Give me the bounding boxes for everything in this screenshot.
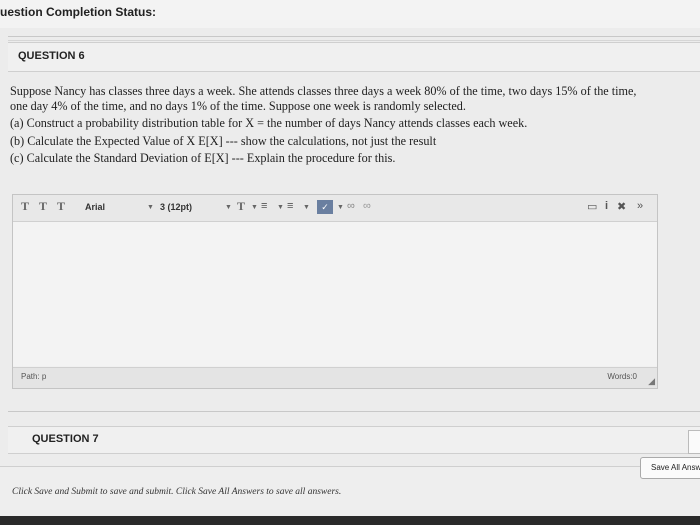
chevron-down-icon[interactable]: ▼ xyxy=(251,204,258,211)
completion-status-bar: uestion Completion Status: xyxy=(0,0,700,28)
unlink-icon[interactable]: ∞ xyxy=(363,200,371,212)
word-count: Words:0 xyxy=(607,372,637,381)
divider xyxy=(8,36,700,37)
question-part-c: (c) Calculate the Standard Deviation of … xyxy=(10,151,396,165)
link-icon[interactable]: ∞ xyxy=(347,200,355,212)
question-6-header: QUESTION 6 xyxy=(8,42,700,72)
footer-bar: Click Save and Submit to save and submit… xyxy=(0,457,700,517)
chevron-down-icon[interactable]: ▼ xyxy=(147,204,154,211)
editor-path: Path: p xyxy=(21,372,47,381)
screen-bottom-edge xyxy=(0,516,700,525)
text-format-button[interactable]: T xyxy=(39,199,47,214)
chevron-down-icon[interactable]: ▼ xyxy=(277,204,284,211)
editor-content-area[interactable] xyxy=(13,222,657,366)
question-part-a: (a) Construct a probability distribution… xyxy=(10,116,528,130)
question-7-label: QUESTION 7 xyxy=(32,433,99,445)
rich-text-editor: T T T Arial ▼ 3 (12pt) ▼ T ▼ ≡ ▼ ≡ ▼ ✓ ▼… xyxy=(12,194,658,389)
footer-instructions: Click Save and Submit to save and submit… xyxy=(12,487,342,497)
fullscreen-icon[interactable]: ✖ xyxy=(617,200,626,213)
question-text-line: one day 4% of the time, and no days 1% o… xyxy=(10,98,466,113)
font-family-select[interactable]: Arial xyxy=(85,202,105,212)
numbered-list-icon[interactable]: ≡ xyxy=(287,200,293,212)
chevron-down-icon[interactable]: ▼ xyxy=(337,204,344,211)
text-format-button[interactable]: T xyxy=(21,199,29,214)
divider xyxy=(8,411,700,412)
bullet-list-icon[interactable]: ≡ xyxy=(261,200,267,212)
editor-toolbar: T T T Arial ▼ 3 (12pt) ▼ T ▼ ≡ ▼ ≡ ▼ ✓ ▼… xyxy=(13,195,657,222)
text-format-button[interactable]: T xyxy=(57,199,65,214)
spellcheck-icon[interactable]: ✓ xyxy=(317,200,333,214)
question-7-header: QUESTION 7 xyxy=(8,426,700,454)
question-6-label: QUESTION 6 xyxy=(18,50,85,62)
font-size-select[interactable]: 3 (12pt) xyxy=(160,202,192,212)
expand-toolbar-icon[interactable]: » xyxy=(637,200,643,212)
assessment-page: uestion Completion Status: QUESTION 6 Su… xyxy=(0,0,700,525)
text-color-button[interactable]: T xyxy=(237,199,245,214)
completion-status-title: uestion Completion Status: xyxy=(0,5,156,19)
chevron-down-icon[interactable]: ▼ xyxy=(225,204,232,211)
save-all-answers-button[interactable]: Save All Answ xyxy=(640,457,700,479)
question-part-b: (b) Calculate the Expected Value of X E[… xyxy=(10,133,437,148)
divider xyxy=(8,40,700,41)
points-box xyxy=(688,430,700,454)
question-text-line: Suppose Nancy has classes three days a w… xyxy=(10,84,637,98)
resize-handle-icon[interactable]: ◢ xyxy=(648,376,655,387)
info-icon[interactable]: i xyxy=(605,200,608,212)
editor-status-bar: Path: p Words:0 ◢ xyxy=(13,367,657,388)
question-6-text: Suppose Nancy has classes three days a w… xyxy=(10,84,680,166)
preview-icon[interactable]: ▭ xyxy=(587,200,597,213)
chevron-down-icon[interactable]: ▼ xyxy=(303,204,310,211)
